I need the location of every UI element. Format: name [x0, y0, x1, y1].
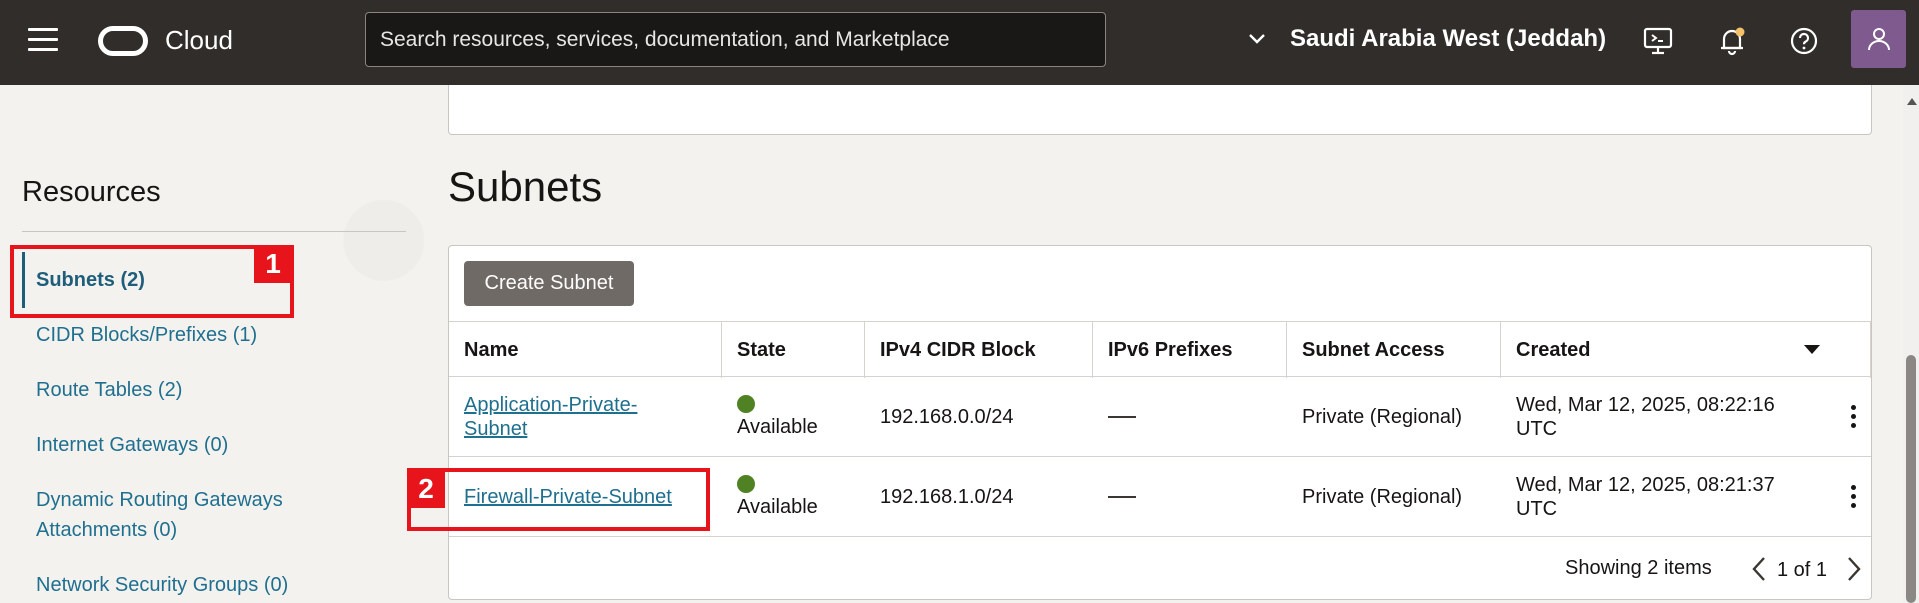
empty-value-dash	[1108, 496, 1136, 498]
table-header: Name State IPv4 CIDR Block IPv6 Prefixes…	[449, 321, 1871, 378]
annotation-box-1	[10, 245, 294, 318]
subnets-table-card: Create Subnet Name State IPv4 CIDR Block…	[448, 245, 1872, 600]
state-text: Available	[737, 416, 818, 438]
user-avatar[interactable]	[1851, 10, 1906, 68]
help-icon[interactable]	[1787, 24, 1821, 58]
created-date: Wed, Mar 12, 2025, 08:21:37	[1516, 474, 1775, 496]
scroll-up-arrow-icon[interactable]	[1907, 98, 1917, 105]
sidebar-item-route-tables[interactable]: Route Tables (2)	[22, 375, 182, 405]
subnet-name-cell: Application-Private- Subnet	[449, 377, 722, 457]
subnet-link-text: Application-Private-	[464, 394, 638, 416]
scrollbar-thumb[interactable]	[1906, 355, 1916, 603]
brand-name[interactable]: Cloud	[165, 25, 233, 56]
column-header-name[interactable]: Name	[449, 322, 722, 378]
resources-divider	[22, 231, 406, 232]
column-header-subnet-access[interactable]: Subnet Access	[1287, 322, 1501, 378]
annotation-number-2: 2	[407, 470, 445, 508]
created-timezone: UTC	[1516, 418, 1558, 440]
state-cell: Available	[722, 377, 865, 457]
annotation-box-2	[407, 468, 710, 531]
oracle-logo-icon[interactable]	[98, 26, 148, 56]
column-header-state[interactable]: State	[722, 322, 865, 378]
item-count: Showing 2 items	[1565, 557, 1712, 579]
column-header-ipv6[interactable]: IPv6 Prefixes	[1093, 322, 1287, 378]
created-cell: Wed, Mar 12, 2025, 08:21:37 UTC	[1501, 457, 1841, 537]
ipv4-cell: 192.168.0.0/24	[880, 405, 1014, 428]
sidebar-item-drg-attachments-line2[interactable]: Attachments (0)	[22, 515, 177, 545]
sidebar-item-internet-gateways[interactable]: Internet Gateways (0)	[22, 430, 228, 460]
sidebar-item-network-security-groups[interactable]: Network Security Groups (0)	[22, 570, 288, 600]
empty-value-dash	[1108, 416, 1136, 418]
ipv6-cell	[1093, 377, 1287, 457]
page-indicator: 1 of 1	[1777, 559, 1828, 581]
notification-bell-icon[interactable]	[1715, 24, 1749, 58]
menu-icon[interactable]	[28, 28, 58, 52]
subnet-link-text: Subnet	[464, 418, 528, 440]
annotation-number-1: 1	[254, 245, 292, 283]
status-available-icon	[737, 395, 755, 413]
search-input[interactable]: Search resources, services, documentatio…	[365, 12, 1106, 67]
sidebar-item-cidr-blocks[interactable]: CIDR Blocks/Prefixes (1)	[22, 320, 257, 350]
chevron-down-icon[interactable]	[1248, 30, 1266, 48]
row-actions-icon[interactable]	[1849, 405, 1857, 429]
page-title: Subnets	[448, 163, 603, 210]
sort-descending-icon[interactable]	[1804, 345, 1820, 354]
resources-heading: Resources	[22, 176, 161, 208]
state-text: Available	[737, 496, 818, 518]
ipv4-cell: 192.168.1.0/24	[880, 485, 1014, 508]
region-selector[interactable]: Saudi Arabia West (Jeddah)	[1290, 25, 1606, 53]
subnet-access-cell: Private (Regional)	[1302, 485, 1463, 508]
chevron-left-icon[interactable]	[1749, 555, 1769, 583]
subnet-access-cell: Private (Regional)	[1302, 405, 1463, 428]
status-available-icon	[737, 475, 755, 493]
subnet-link-application-private[interactable]: Application-Private- Subnet	[464, 393, 637, 441]
previous-section-card	[448, 85, 1872, 135]
row-actions-icon[interactable]	[1849, 485, 1857, 509]
created-cell: Wed, Mar 12, 2025, 08:22:16 UTC	[1501, 377, 1841, 457]
ipv6-cell	[1093, 457, 1287, 537]
column-header-ipv4[interactable]: IPv4 CIDR Block	[865, 322, 1093, 378]
cloud-shell-icon[interactable]	[1641, 24, 1675, 58]
chevron-right-icon[interactable]	[1844, 555, 1864, 583]
state-cell: Available	[722, 457, 865, 537]
table-row: Application-Private- Subnet Available 19…	[449, 377, 1871, 457]
pagination: Showing 2 items 1 of 1	[449, 537, 1871, 597]
created-date: Wed, Mar 12, 2025, 08:22:16	[1516, 394, 1775, 416]
top-navigation-bar: Cloud Search resources, services, docume…	[0, 0, 1919, 85]
created-timezone: UTC	[1516, 498, 1558, 520]
user-icon	[1868, 28, 1890, 51]
sidebar-item-drg-attachments[interactable]: Dynamic Routing Gateways	[22, 485, 283, 515]
create-subnet-button[interactable]: Create Subnet	[464, 261, 634, 306]
